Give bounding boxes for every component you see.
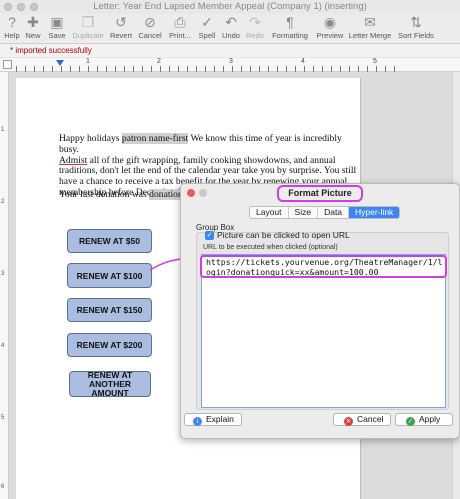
help-button[interactable]: ? Help [2,14,22,40]
minimize-window-button[interactable] [17,3,25,11]
redo-icon: ↷ [249,14,261,30]
renew-150-button[interactable]: RENEW AT $150 [67,298,152,322]
ruler-number: 1 [86,58,90,65]
status-message: * imported successfully [0,44,460,57]
vruler-number: 4 [1,343,5,349]
horizontal-ruler: 1 2 3 4 5 [0,58,460,72]
zoom-window-button[interactable] [30,3,38,11]
window-controls [4,3,38,11]
redo-button[interactable]: ↷ Redo [244,14,266,40]
sort-fields-button[interactable]: ⇅ Sort Fields [396,14,436,40]
vruler-number: 3 [1,271,5,277]
vruler-number: 1 [1,127,5,133]
tab-layout[interactable]: Layout [250,207,289,218]
url-field-value[interactable]: https://tickets.yourvenue.org/TheatreMan… [206,257,443,277]
renew-100-button[interactable]: RENEW AT $100 [67,263,152,288]
window-titlebar: Letter: Year End Lapsed Member Appeal (C… [0,0,460,14]
duplicate-icon: ❐ [81,14,95,30]
help-icon: ? [8,14,16,30]
format-picture-dialog: Format Picture Layout Size Data Hyper-li… [180,183,460,439]
renew-200-button[interactable]: RENEW AT $200 [67,333,152,357]
tab-hyper-link[interactable]: Hyper-link [349,207,400,218]
close-window-button[interactable] [4,3,12,11]
dialog-title: Format Picture [181,184,459,202]
apply-button[interactable]: ✓ Apply [395,413,453,426]
undo-button[interactable]: ↶ Undo [220,14,242,40]
vruler-number: 6 [1,484,5,490]
window-title: Letter: Year End Lapsed Member Appeal (C… [93,1,367,12]
spell-button[interactable]: ✓ Spell [196,14,218,40]
print-button[interactable]: ⎙ Print... [166,14,194,40]
url-field-label: URL to be executed when clicked (optiona… [203,244,338,251]
renew-other-amount-button[interactable]: RENEW AT ANOTHER AMOUNT [69,370,151,397]
ruler-toggle[interactable] [3,60,12,69]
new-button[interactable]: ✚ New [22,14,44,40]
url-field[interactable] [201,254,446,408]
ruler-number: 5 [373,58,377,65]
open-url-checkbox-label[interactable]: Picture can be clicked to open URL [217,230,350,240]
save-button[interactable]: ▣ Save [46,14,68,40]
open-url-checkbox[interactable]: ✓ [205,231,214,240]
formatting-button[interactable]: ¶ Formatting [270,14,310,40]
preview-button[interactable]: ◉ Preview [314,14,346,40]
merge-field-patron-name[interactable]: patron name-first [121,133,189,144]
duplicate-button[interactable]: ❐ Duplicate [70,14,106,40]
tab-data[interactable]: Data [318,207,350,218]
dialog-tabs: Layout Size Data Hyper-link [249,206,401,219]
ruler-number: 4 [301,58,305,65]
cancel-toolbar-button[interactable]: ⊘ Cancel [136,14,164,40]
tab-stop-marker[interactable] [56,60,64,66]
vruler-number: 2 [1,199,5,205]
sort-fields-icon: ⇅ [410,14,422,30]
checkmark-icon: ✓ [406,417,415,426]
spell-icon: ✓ [201,14,213,30]
print-icon: ⎙ [174,14,186,30]
cancel-button[interactable]: ✕ Cancel [333,413,391,426]
preview-icon: ◉ [323,14,337,30]
cancel-x-icon: ✕ [344,417,353,426]
info-icon: i [193,417,202,426]
toolbar: ? Help ✚ New ▣ Save ❐ Duplicate ↺ Revert ⊘ Can… [0,14,460,44]
renew-50-button[interactable]: RENEW AT $50 [67,229,152,253]
new-icon: ✚ [27,14,39,30]
formatting-icon: ¶ [286,14,294,30]
cancel-icon: ⊘ [144,14,156,30]
save-icon: ▣ [50,14,64,30]
revert-icon: ↺ [115,14,127,30]
ruler-number: 2 [157,58,161,65]
letter-merge-icon: ✉ [364,14,376,30]
undo-icon: ↶ [225,14,237,30]
ruler-number: 3 [229,58,233,65]
letter-merge-button[interactable]: ✉ Letter Merge [348,14,392,40]
vruler-number: 5 [1,415,5,421]
tab-size[interactable]: Size [289,207,319,218]
vertical-ruler: 1 2 3 4 5 6 [0,72,9,499]
explain-button[interactable]: i Explain [184,413,242,426]
revert-button[interactable]: ↺ Revert [108,14,134,40]
